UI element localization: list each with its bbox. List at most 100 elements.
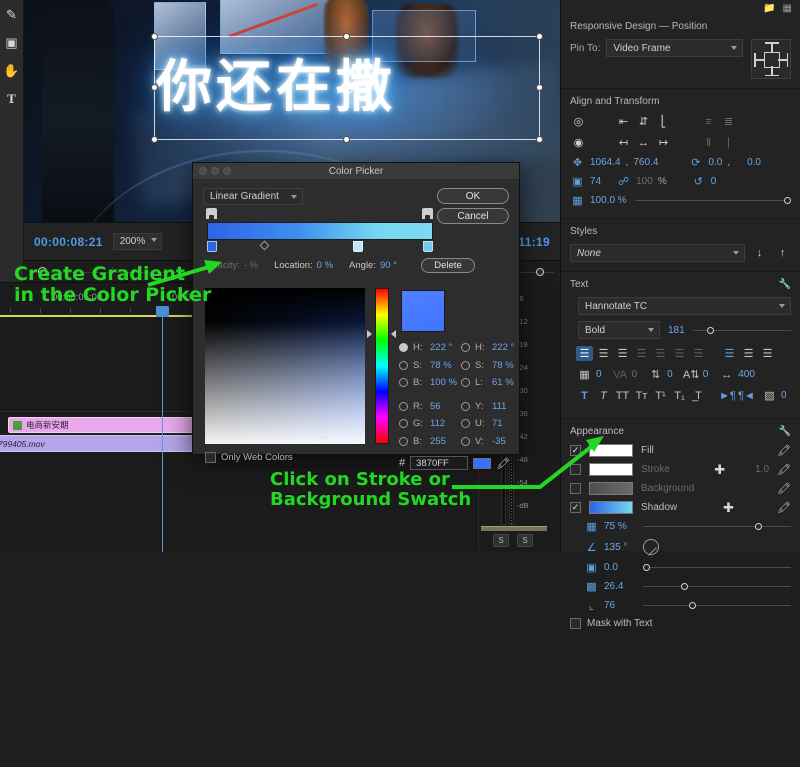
shadow-distance-value[interactable]: 0.0	[604, 562, 638, 573]
align-horizontal-center-icon[interactable]: ↔	[635, 135, 652, 150]
rectangle-tool-icon[interactable]: ▣	[3, 34, 21, 52]
value-r[interactable]: 56	[430, 401, 441, 412]
shadow-opacity-value[interactable]: 75 %	[604, 521, 638, 532]
faux-bold-icon[interactable]: T	[576, 388, 593, 403]
shadow-distance-slider[interactable]	[643, 562, 791, 573]
gradient-opacity-stop-left[interactable]	[206, 208, 217, 219]
radio-r-rgb[interactable]	[399, 402, 408, 411]
shadow-blur-slider[interactable]	[643, 600, 791, 611]
value-row[interactable]: S: 78 %	[461, 360, 514, 371]
add-shadow-icon[interactable]: ✚	[723, 501, 734, 514]
radio-u-yuv[interactable]	[461, 419, 470, 428]
delete-stop-button[interactable]: Delete	[421, 258, 475, 273]
handle-top-right[interactable]	[536, 33, 543, 40]
align-vertical-center-icon[interactable]: ⇵	[635, 114, 652, 129]
hue-strip[interactable]	[375, 288, 389, 444]
value-row[interactable]: B: 100 %	[399, 377, 457, 388]
handle-middle-left[interactable]	[151, 84, 158, 91]
shadow-swatch[interactable]	[589, 501, 633, 514]
value-s-hsl[interactable]: 78 %	[492, 360, 514, 371]
value-b[interactable]: 100 %	[430, 377, 457, 388]
distribute-horizontal-icon[interactable]: ≡	[700, 114, 717, 129]
tsume-control[interactable]: ▧ 0	[761, 388, 787, 403]
gradient-color-stop-3[interactable]	[423, 241, 433, 252]
scale-x-value[interactable]: 74	[590, 176, 601, 187]
value-row[interactable]: U: 71	[461, 418, 514, 429]
text-direction-ltr-icon[interactable]: ►¶	[719, 388, 736, 403]
align-left-icon[interactable]: ↤	[615, 135, 632, 150]
radio-h-hsl[interactable]	[461, 343, 470, 352]
value-h[interactable]: 222 °	[430, 342, 452, 353]
fill-eyedropper-icon[interactable]: 🖍	[777, 444, 791, 457]
only-web-colors-row[interactable]: Only Web Colors	[205, 452, 293, 463]
baseline-shift-control[interactable]: A⇅ 0	[683, 367, 709, 382]
handle-bottom-left[interactable]	[151, 136, 158, 143]
handle-middle-right[interactable]	[536, 84, 543, 91]
align-bottom-icon[interactable]: ⎣	[655, 114, 672, 129]
vertical-align-top-icon[interactable]: ☰	[721, 346, 738, 361]
mask-with-text-checkbox[interactable]	[570, 618, 581, 629]
align-right-icon[interactable]: ↦	[655, 135, 672, 150]
gradient-opacity-stop-right[interactable]	[422, 208, 433, 219]
value-row[interactable]: S: 78 %	[399, 360, 457, 371]
hex-color-swatch[interactable]	[473, 458, 491, 469]
shadow-eyedropper-icon[interactable]: 🖍	[777, 501, 791, 514]
leading-control[interactable]: ⇅ 0	[647, 367, 673, 382]
stroke-width-value[interactable]: 1.0	[755, 464, 769, 475]
push-style-up-icon[interactable]: ↑	[774, 246, 791, 261]
wrench-icon[interactable]: 🔧	[779, 426, 791, 437]
value-l-hsl[interactable]: 61 %	[492, 377, 514, 388]
faux-italic-icon[interactable]: T	[595, 388, 612, 403]
type-tool-icon[interactable]: T	[3, 90, 21, 108]
solo-button-2[interactable]: S	[517, 534, 533, 547]
value-row[interactable]: G: 112	[399, 418, 457, 429]
align-center-horizontally-icon[interactable]: ◎	[570, 114, 587, 129]
scale-y-value[interactable]: 100	[636, 176, 653, 187]
handle-top-left[interactable]	[151, 33, 158, 40]
stroke-checkbox[interactable]	[570, 464, 581, 475]
small-caps-icon[interactable]: Tᴛ	[633, 388, 650, 403]
position-y-value[interactable]: 760.4	[633, 157, 658, 168]
opacity-slider[interactable]	[635, 195, 791, 206]
anchor-x-value[interactable]: 0.0	[708, 157, 722, 168]
playhead[interactable]	[162, 306, 163, 552]
location-value[interactable]: 0 %	[317, 260, 333, 271]
font-size-slider[interactable]	[693, 325, 791, 336]
zoom-level-select[interactable]: 200%	[113, 233, 163, 250]
value-h-hsl[interactable]: 222 °	[492, 342, 514, 353]
align-justify-center-icon[interactable]: ☰	[652, 346, 669, 361]
panel-menu-icon[interactable]: ▦	[783, 3, 792, 14]
fill-checkbox[interactable]	[570, 445, 581, 456]
radio-s-hsb[interactable]	[399, 361, 408, 370]
pin-to-select[interactable]: Video Frame	[606, 39, 743, 57]
stroke-swatch[interactable]	[589, 463, 633, 476]
align-justify-all-icon[interactable]: ☰	[690, 346, 707, 361]
pin-arm-left[interactable]	[755, 59, 764, 61]
folder-icon[interactable]: 📁	[763, 3, 775, 14]
distribute-spacing-h-icon[interactable]: ‖	[700, 135, 717, 150]
hex-input[interactable]: 3870FF	[410, 456, 468, 470]
text-direction-rtl-icon[interactable]: ¶◄	[738, 388, 755, 403]
superscript-icon[interactable]: T¹	[652, 388, 669, 403]
radio-s-hsl[interactable]	[461, 361, 470, 370]
cancel-button[interactable]: Cancel	[437, 208, 509, 224]
slider-knob[interactable]	[681, 583, 688, 590]
value-u[interactable]: 71	[492, 418, 503, 429]
radio-h-hsb[interactable]	[399, 343, 408, 352]
value-row[interactable]: V: -35	[461, 436, 514, 447]
align-center-vertically-icon[interactable]: ◉	[570, 135, 587, 150]
link-scale-icon[interactable]: ☍	[616, 175, 631, 188]
anchor-point-icon[interactable]	[341, 82, 353, 94]
slider-knob[interactable]	[689, 602, 696, 609]
radio-b-rgb[interactable]	[399, 437, 408, 446]
underline-icon[interactable]: ̲T	[690, 388, 707, 403]
font-size-value[interactable]: 181	[668, 325, 685, 336]
styles-select[interactable]: None	[570, 244, 745, 262]
background-swatch[interactable]	[589, 482, 633, 495]
handle-bottom-right[interactable]	[536, 136, 543, 143]
background-checkbox[interactable]	[570, 483, 581, 494]
align-center-icon[interactable]: ☰	[595, 346, 612, 361]
only-web-colors-checkbox[interactable]	[205, 452, 216, 463]
handle-top-center[interactable]	[343, 33, 350, 40]
value-y[interactable]: 111	[492, 401, 506, 412]
